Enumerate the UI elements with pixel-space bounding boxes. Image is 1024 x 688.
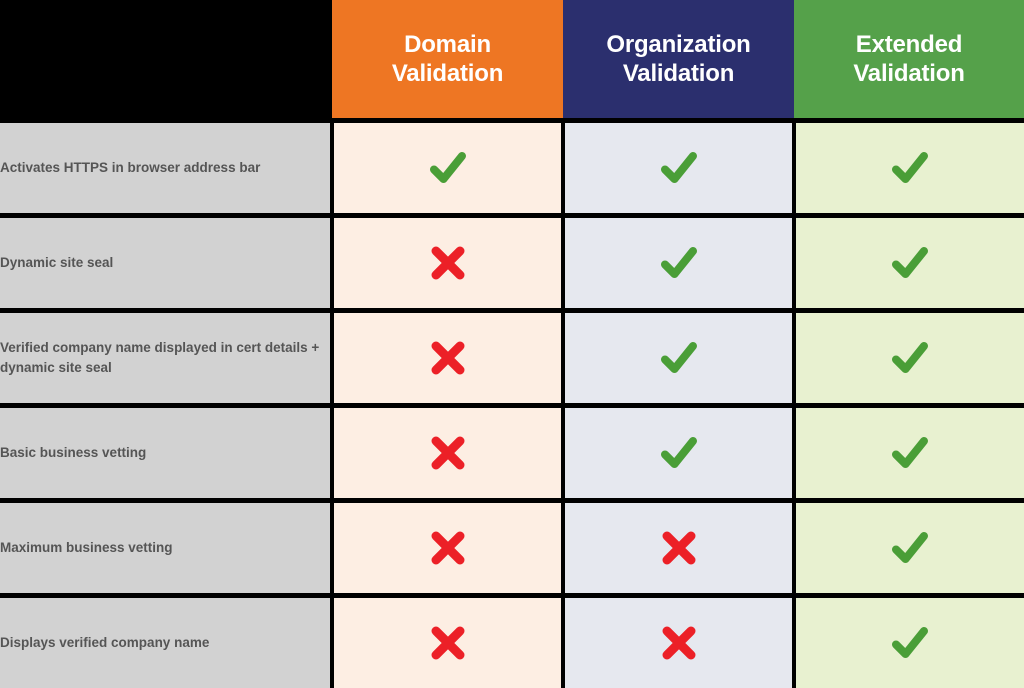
column-header-domain-validation: Domain Validation [332, 0, 563, 121]
column-header-extended-validation: Extended Validation [794, 0, 1024, 121]
cell-dv [332, 501, 563, 596]
feature-label: Displays verified company name [0, 596, 332, 688]
column-header-line1: Extended [856, 31, 962, 58]
cell-ev [794, 406, 1024, 501]
table-row: Activates HTTPS in browser address bar [0, 121, 1024, 216]
table-row: Maximum business vetting [0, 501, 1024, 596]
check-icon [565, 218, 792, 308]
column-header-line1: Organization [606, 31, 750, 58]
cross-icon [334, 218, 561, 308]
cross-icon [334, 408, 561, 498]
validation-comparison-table: Domain Validation Organization Validatio… [0, 0, 1024, 688]
cell-ov [563, 216, 794, 311]
check-icon [565, 313, 792, 403]
feature-label: Dynamic site seal [0, 216, 332, 311]
table-row: Displays verified company name [0, 596, 1024, 688]
cross-icon [334, 313, 561, 403]
check-icon [796, 408, 1024, 498]
feature-label: Basic business vetting [0, 406, 332, 501]
cross-icon [565, 598, 792, 688]
feature-label: Verified company name displayed in cert … [0, 311, 332, 406]
check-icon [334, 123, 561, 213]
column-header-line2: Validation [623, 60, 734, 87]
column-header-organization-validation: Organization Validation [563, 0, 794, 121]
cell-ov [563, 501, 794, 596]
cell-ev [794, 311, 1024, 406]
cell-ov [563, 596, 794, 688]
cross-icon [334, 598, 561, 688]
cell-ev [794, 121, 1024, 216]
check-icon [796, 503, 1024, 593]
table-row: Dynamic site seal [0, 216, 1024, 311]
cell-dv [332, 216, 563, 311]
check-icon [796, 313, 1024, 403]
table-row: Basic business vetting [0, 406, 1024, 501]
feature-label: Maximum business vetting [0, 501, 332, 596]
check-icon [565, 123, 792, 213]
check-icon [796, 123, 1024, 213]
column-header-line2: Validation [392, 60, 503, 87]
cell-dv [332, 406, 563, 501]
check-icon [565, 408, 792, 498]
cross-icon [334, 503, 561, 593]
cell-ov [563, 406, 794, 501]
table-body: Activates HTTPS in browser address barDy… [0, 121, 1024, 688]
cell-ev [794, 501, 1024, 596]
feature-label: Activates HTTPS in browser address bar [0, 121, 332, 216]
cell-ev [794, 596, 1024, 688]
table-corner-cell [0, 0, 332, 121]
cross-icon [565, 503, 792, 593]
cell-dv [332, 121, 563, 216]
table-row: Verified company name displayed in cert … [0, 311, 1024, 406]
cell-ov [563, 121, 794, 216]
cell-dv [332, 596, 563, 688]
cell-dv [332, 311, 563, 406]
cell-ev [794, 216, 1024, 311]
check-icon [796, 218, 1024, 308]
header-row: Domain Validation Organization Validatio… [0, 0, 1024, 121]
table-header: Domain Validation Organization Validatio… [0, 0, 1024, 121]
check-icon [796, 598, 1024, 688]
column-header-line1: Domain [404, 31, 491, 58]
cell-ov [563, 311, 794, 406]
column-header-line2: Validation [853, 60, 964, 87]
